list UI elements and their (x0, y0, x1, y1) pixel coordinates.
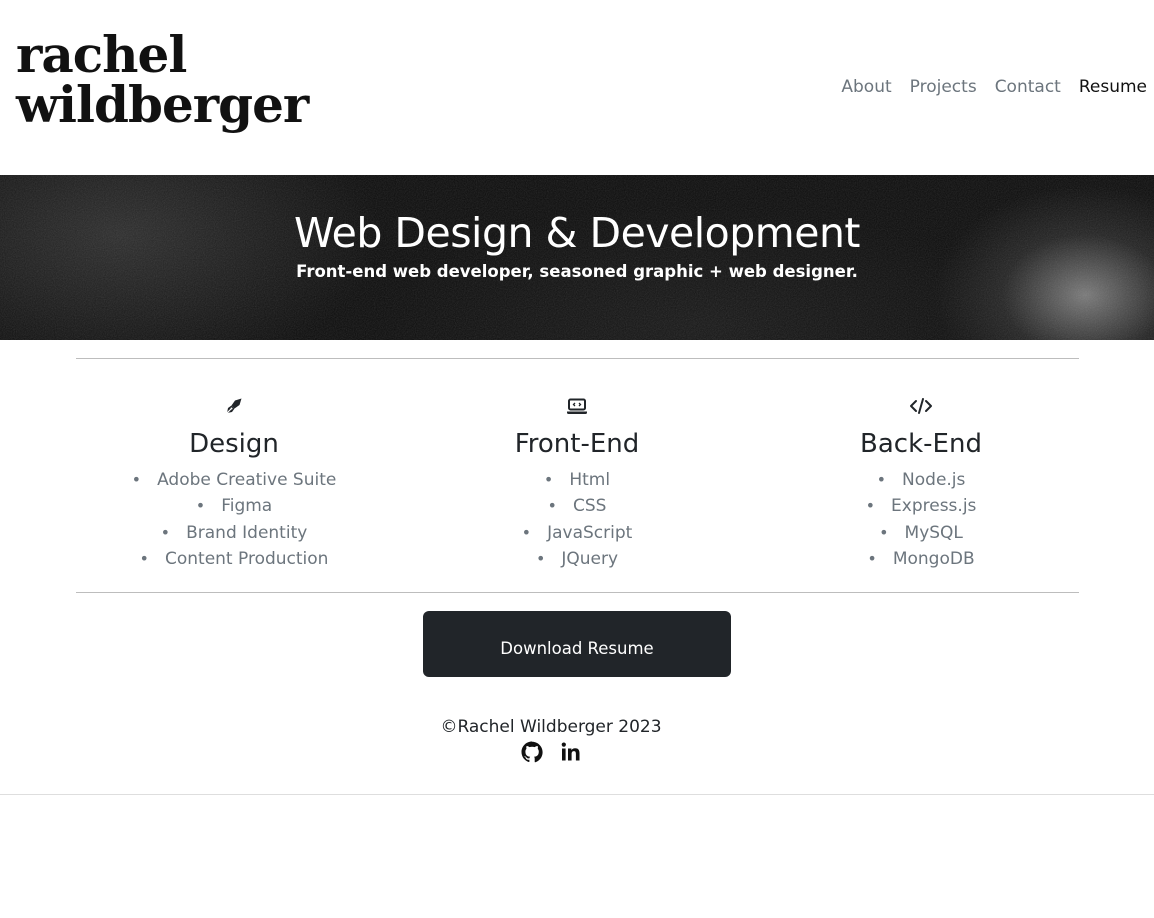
list-item: MySQL (751, 520, 1091, 546)
hero-subtitle: Front-end web developer, seasoned graphi… (296, 262, 858, 281)
github-link[interactable] (520, 740, 544, 764)
nav-link-about[interactable]: About (841, 76, 891, 98)
list-item: Adobe Creative Suite (64, 467, 404, 493)
social-links (520, 740, 583, 764)
download-resume-button[interactable]: Download Resume (423, 611, 731, 677)
list-item: JQuery (407, 546, 747, 572)
skill-title-design: Design (189, 429, 279, 459)
nav-link-resume[interactable]: Resume (1079, 76, 1147, 98)
list-item: Content Production (64, 546, 404, 572)
linkedin-link[interactable] (559, 740, 583, 764)
hero-texture (0, 175, 1154, 340)
logo-line-1: rachel (16, 25, 187, 84)
site-header: rachel wildberger About Projects Contact… (0, 0, 1154, 175)
skill-column-back-end: Back-End Node.js Express.js MySQL MongoD… (751, 395, 1091, 573)
hero-title: Web Design & Development (293, 209, 861, 257)
list-item: JavaScript (407, 520, 747, 546)
divider-bottom (76, 592, 1079, 593)
linkedin-icon (561, 742, 580, 761)
list-item: Html (407, 467, 747, 493)
skill-column-design: Design Adobe Creative Suite Figma Brand … (64, 395, 404, 573)
download-resume-label: Download Resume (500, 639, 654, 658)
laptop-code-icon (407, 395, 747, 417)
list-item: CSS (407, 493, 747, 519)
skill-list-back-end: Node.js Express.js MySQL MongoDB (751, 467, 1091, 573)
site-logo[interactable]: rachel wildberger (16, 25, 309, 134)
code-icon (751, 395, 1091, 417)
github-icon (521, 741, 543, 763)
list-item: MongoDB (751, 546, 1091, 572)
main-nav: About Projects Contact Resume (841, 76, 1147, 98)
nav-link-contact[interactable]: Contact (995, 76, 1061, 98)
hero-banner: Web Design & Development Front-end web d… (0, 175, 1154, 340)
list-item: Figma (64, 493, 404, 519)
skill-list-front-end: Html CSS JavaScript JQuery (407, 467, 747, 573)
copyright-text: ©Rachel Wildberger 2023 (440, 717, 662, 737)
skill-title-back-end: Back-End (860, 429, 982, 459)
skill-column-front-end: Front-End Html CSS JavaScript JQuery (407, 395, 747, 573)
pen-nib-icon (64, 395, 404, 417)
skill-list-design: Adobe Creative Suite Figma Brand Identit… (64, 467, 404, 573)
list-item: Brand Identity (64, 520, 404, 546)
nav-link-projects[interactable]: Projects (910, 76, 977, 98)
logo-line-2: wildberger (16, 75, 309, 134)
list-item: Node.js (751, 467, 1091, 493)
list-item: Express.js (751, 493, 1091, 519)
skill-title-front-end: Front-End (514, 429, 640, 459)
divider-top (76, 358, 1079, 359)
footer-divider (0, 794, 1154, 795)
